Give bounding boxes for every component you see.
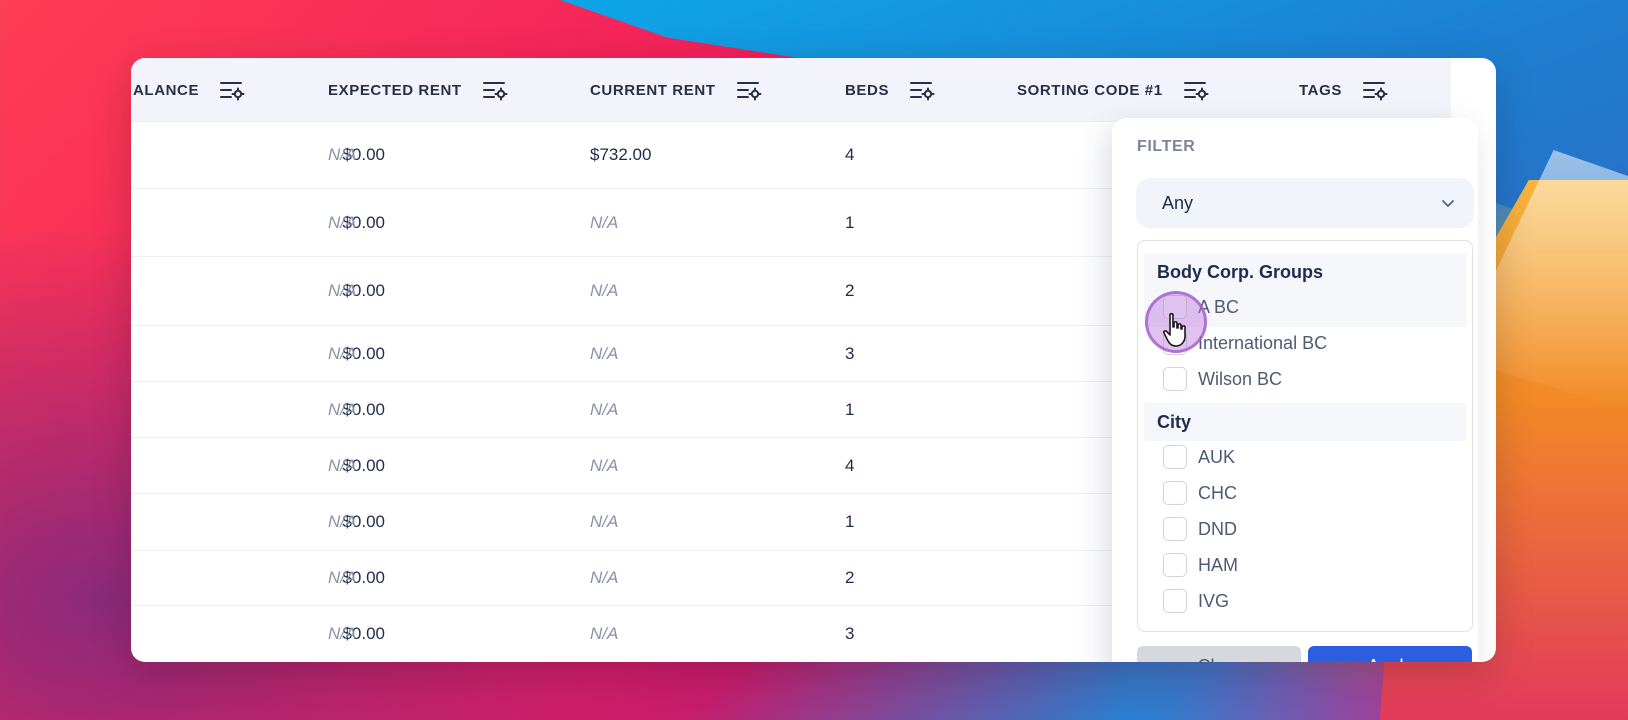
cell-current-rent: N/A: [590, 455, 619, 475]
cell-beds: 2: [845, 281, 855, 300]
filter-option-wilson-bc[interactable]: Wilson BC: [1163, 363, 1282, 395]
option-label: HAM: [1198, 554, 1238, 575]
column-header-current-rent[interactable]: CURRENT RENT: [590, 58, 762, 122]
option-label: IVG: [1198, 590, 1230, 611]
cell-current-rent: N/A: [590, 624, 619, 643]
checkbox[interactable]: [1163, 517, 1187, 541]
clear-button[interactable]: Clear: [1137, 646, 1301, 662]
column-label: TAGS: [1299, 81, 1342, 99]
column-settings-icon[interactable]: [219, 79, 245, 101]
cell-current-rent: N/A: [590, 512, 619, 531]
chevron-down-icon: [1442, 200, 1454, 207]
option-label: DND: [1198, 518, 1237, 539]
cell-current-rent: N/A: [590, 281, 619, 300]
column-header-expected-rent[interactable]: EXPECTED RENT: [328, 58, 508, 122]
filter-group-city: City: [1144, 403, 1466, 441]
column-settings-icon[interactable]: [909, 79, 935, 101]
checkbox[interactable]: [1163, 481, 1187, 505]
filter-group-body-corp: Body Corp. Groups: [1144, 253, 1466, 291]
cell-beds: 2: [845, 568, 855, 587]
cell-beds: 3: [845, 343, 855, 363]
cell-expected-rent: N/A: [328, 399, 357, 419]
filter-option-dnd[interactable]: DND: [1163, 513, 1237, 545]
column-label: ALANCE: [133, 81, 200, 99]
apply-button[interactable]: Apply: [1308, 646, 1472, 662]
option-label: Wilson BC: [1198, 368, 1283, 389]
cell-expected-rent: N/A: [328, 624, 357, 643]
cell-beds: 1: [845, 512, 855, 531]
option-label: CHC: [1198, 482, 1237, 503]
option-label: AUK: [1198, 446, 1236, 467]
column-label: BEDS: [845, 81, 890, 99]
filter-mode-value: Any: [1162, 192, 1194, 213]
cell-beds: 4: [845, 455, 855, 475]
filter-popover: FILTER Any Body Corp. Groups A BC Intern…: [1112, 118, 1478, 662]
hand-pointer-icon: [1163, 312, 1186, 347]
cell-current-rent: N/A: [590, 212, 619, 232]
cell-expected-rent: N/A: [328, 212, 357, 232]
properties-table-card: ALANCE EXPECTED RENT CURRENT RENT BEDS S…: [131, 58, 1496, 662]
option-label: International BC: [1198, 332, 1328, 353]
column-settings-icon[interactable]: [1183, 79, 1209, 101]
cell-expected-rent: N/A: [328, 568, 357, 587]
column-header-balance[interactable]: ALANCE: [133, 58, 245, 122]
cell-expected-rent: N/A: [328, 512, 357, 531]
column-header-tags[interactable]: TAGS: [1299, 58, 1388, 122]
cell-beds: 1: [845, 212, 855, 232]
column-label: SORTING CODE #1: [1017, 81, 1163, 99]
filter-option-auk[interactable]: AUK: [1163, 441, 1235, 473]
cell-current-rent: $732.00: [590, 145, 652, 164]
column-label: CURRENT RENT: [590, 81, 716, 99]
filter-mode-select[interactable]: Any: [1136, 178, 1474, 228]
column-header-sorting-code[interactable]: SORTING CODE #1: [1017, 58, 1209, 122]
filter-option-chc[interactable]: CHC: [1163, 477, 1237, 509]
filter-title: FILTER: [1137, 138, 1196, 155]
checkbox[interactable]: [1163, 367, 1187, 391]
table-header: ALANCE EXPECTED RENT CURRENT RENT BEDS S…: [131, 58, 1451, 122]
column-settings-icon[interactable]: [736, 79, 762, 101]
cell-beds: 3: [845, 624, 855, 643]
checkbox[interactable]: [1163, 445, 1187, 469]
column-settings-icon[interactable]: [1362, 79, 1388, 101]
column-header-beds[interactable]: BEDS: [845, 58, 935, 122]
checkbox[interactable]: [1163, 553, 1187, 577]
cell-expected-rent: N/A: [328, 281, 357, 300]
filter-option-ivg[interactable]: IVG: [1163, 585, 1229, 617]
cell-current-rent: N/A: [590, 343, 619, 363]
filter-option-ham[interactable]: HAM: [1163, 549, 1238, 581]
cell-beds: 1: [845, 399, 855, 419]
column-label: EXPECTED RENT: [328, 81, 462, 99]
cell-beds: 4: [845, 145, 855, 164]
cell-expected-rent: N/A: [328, 455, 357, 475]
cell-current-rent: N/A: [590, 568, 619, 587]
checkbox[interactable]: [1163, 589, 1187, 613]
column-settings-icon[interactable]: [482, 79, 508, 101]
cell-current-rent: N/A: [590, 399, 619, 419]
cell-expected-rent: N/A: [328, 145, 357, 164]
cell-expected-rent: N/A: [328, 343, 357, 363]
